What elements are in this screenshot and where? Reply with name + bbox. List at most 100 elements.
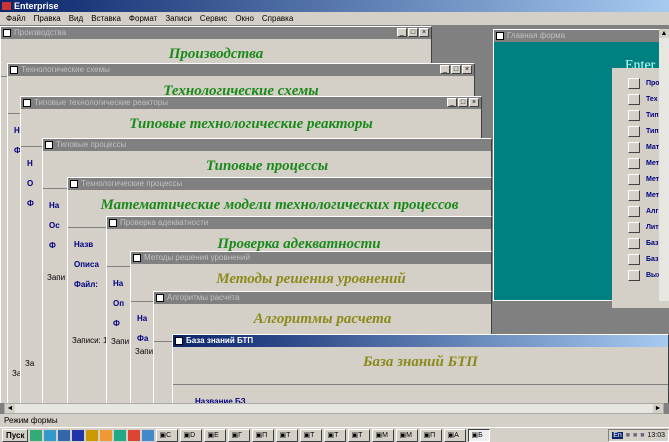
main-form-title-bar[interactable]: Главная форма xyxy=(494,30,668,42)
maximize-button[interactable]: □ xyxy=(408,28,418,37)
taskbar-button[interactable]: ▣Т xyxy=(276,428,299,442)
field-label: Н xyxy=(27,159,33,168)
language-indicator[interactable]: En xyxy=(612,431,623,439)
record-navigator[interactable]: Запи xyxy=(135,347,153,356)
quick-launch-icon[interactable] xyxy=(100,429,113,441)
taskbar-button-label: Т xyxy=(310,431,315,439)
scroll-right-button[interactable]: ► xyxy=(653,404,663,413)
window-title-bar[interactable]: База знаний БТП xyxy=(173,335,668,347)
taskbar-button[interactable]: ▣П xyxy=(252,428,275,442)
window-title-bar[interactable]: Производства _ □ × xyxy=(1,27,431,39)
taskbar-button[interactable]: ▣М xyxy=(396,428,419,442)
close-button[interactable]: × xyxy=(469,98,479,107)
window-title-bar[interactable]: Типовые технологические реакторы _ □ × xyxy=(21,97,481,109)
window-title-bar[interactable]: Технологические процессы xyxy=(68,178,491,190)
network-icon[interactable]: ■ xyxy=(633,432,637,439)
window-title: Технологические схемы xyxy=(21,65,110,74)
menu-item[interactable]: Окно xyxy=(235,12,254,25)
menu-item[interactable]: Сервис xyxy=(200,12,227,25)
close-button[interactable]: × xyxy=(419,28,429,37)
menu-item[interactable]: Файл xyxy=(6,12,26,25)
menu-button[interactable] xyxy=(628,190,640,201)
minimize-button[interactable]: _ xyxy=(440,65,450,74)
menu-item[interactable]: Справка xyxy=(262,12,293,25)
quick-launch-icon[interactable] xyxy=(128,429,141,441)
menu-button[interactable] xyxy=(628,174,640,185)
minimize-button[interactable]: _ xyxy=(447,98,457,107)
form-icon xyxy=(175,337,183,345)
menu-button[interactable] xyxy=(628,158,640,169)
menu-button[interactable] xyxy=(628,94,640,105)
quick-launch-icon[interactable] xyxy=(142,429,155,441)
menu-button[interactable] xyxy=(628,78,640,89)
maximize-button[interactable]: □ xyxy=(451,65,461,74)
window-title: Типовые процессы xyxy=(56,140,127,149)
quick-launch-icon[interactable] xyxy=(58,429,71,441)
form-icon xyxy=(133,254,141,262)
volume-icon[interactable]: ■ xyxy=(626,432,630,439)
main-form-window[interactable]: Главная форма Enter Про Тех Тип Тип Мат Мет Ме… xyxy=(493,29,669,308)
scroll-up-button[interactable]: ▲ xyxy=(659,29,669,38)
maximize-button[interactable]: □ xyxy=(458,98,468,107)
menu-button[interactable] xyxy=(628,254,640,265)
taskbar-button-label: C xyxy=(166,431,172,439)
menu-button[interactable] xyxy=(628,238,640,249)
clock: 13:03 xyxy=(647,431,665,439)
menu-item[interactable]: Записи xyxy=(165,12,192,25)
field-label: Описа xyxy=(74,260,99,269)
horizontal-scrollbar[interactable]: ◄ ► xyxy=(4,403,664,414)
taskbar-button[interactable]: ▣Т xyxy=(324,428,347,442)
window-title: Технологические процессы xyxy=(81,179,183,188)
record-navigator[interactable]: За xyxy=(25,359,34,368)
taskbar-button[interactable]: ▣А xyxy=(444,428,467,442)
menu-button[interactable] xyxy=(628,142,640,153)
taskbar-button[interactable]: ▣Б xyxy=(468,428,491,442)
window-title: База знаний БТП xyxy=(186,336,254,345)
taskbar-button[interactable]: ▣E xyxy=(204,428,227,442)
taskbar-button[interactable]: ▣П xyxy=(420,428,443,442)
quick-launch-icon[interactable] xyxy=(86,429,99,441)
menu-item[interactable]: Формат xyxy=(129,12,157,25)
record-navigator[interactable]: Запи xyxy=(47,273,65,282)
window-title: Производства xyxy=(14,28,67,37)
taskbar-button[interactable]: ▣Т xyxy=(300,428,323,442)
taskbar-button[interactable]: ▣М xyxy=(372,428,395,442)
quick-launch-icon[interactable] xyxy=(44,429,57,441)
mdi-window[interactable]: База знаний БТП База знаний БТП Название Б… xyxy=(172,334,669,403)
taskbar-button[interactable]: ▣Т xyxy=(348,428,371,442)
window-title-bar[interactable]: Типовые процессы xyxy=(43,139,491,151)
menu-button[interactable] xyxy=(628,206,640,217)
quick-launch-icon[interactable] xyxy=(72,429,85,441)
menu-button[interactable] xyxy=(628,270,640,281)
form-heading: База знаний БТП xyxy=(173,347,668,385)
start-button[interactable]: Пуск xyxy=(2,428,29,442)
window-title: Методы решения уровнений xyxy=(144,253,250,262)
quick-launch-icon[interactable] xyxy=(114,429,127,441)
menu-button[interactable] xyxy=(628,110,640,121)
record-navigator[interactable]: Запи xyxy=(111,337,129,346)
window-title-bar[interactable]: Алгоритмы расчета xyxy=(154,292,491,304)
taskbar-button-label: М xyxy=(406,431,412,439)
scroll-left-button[interactable]: ◄ xyxy=(5,404,15,413)
taskbar-button[interactable]: ▣C xyxy=(156,428,179,442)
taskbar-button[interactable]: ▣Г xyxy=(228,428,251,442)
menu-item[interactable]: Правка xyxy=(34,12,61,25)
taskbar-button[interactable]: ▣D xyxy=(180,428,203,442)
field-label: На xyxy=(49,201,60,210)
minimize-button[interactable]: _ xyxy=(397,28,407,37)
close-button[interactable]: × xyxy=(462,65,472,74)
window-title-bar[interactable]: Проверка адекватности xyxy=(107,217,491,229)
menu-button-label: Тех xyxy=(646,96,658,103)
window-title-bar[interactable]: Технологические схемы _ □ × xyxy=(8,64,474,76)
menu-button[interactable] xyxy=(628,222,640,233)
menu-button[interactable] xyxy=(628,126,640,137)
quick-launch-icon[interactable] xyxy=(30,429,43,441)
antivirus-icon[interactable]: ■ xyxy=(640,432,644,439)
vertical-scrollbar[interactable]: ▲ xyxy=(659,29,669,301)
menu-item[interactable]: Вид xyxy=(69,12,83,25)
menu-button-label: Тип xyxy=(646,112,659,119)
menu-button-label: Тип xyxy=(646,128,659,135)
menu-button-label: Мет xyxy=(646,160,660,167)
window-title-bar[interactable]: Методы решения уровнений xyxy=(131,252,491,264)
menu-item[interactable]: Вставка xyxy=(91,12,121,25)
